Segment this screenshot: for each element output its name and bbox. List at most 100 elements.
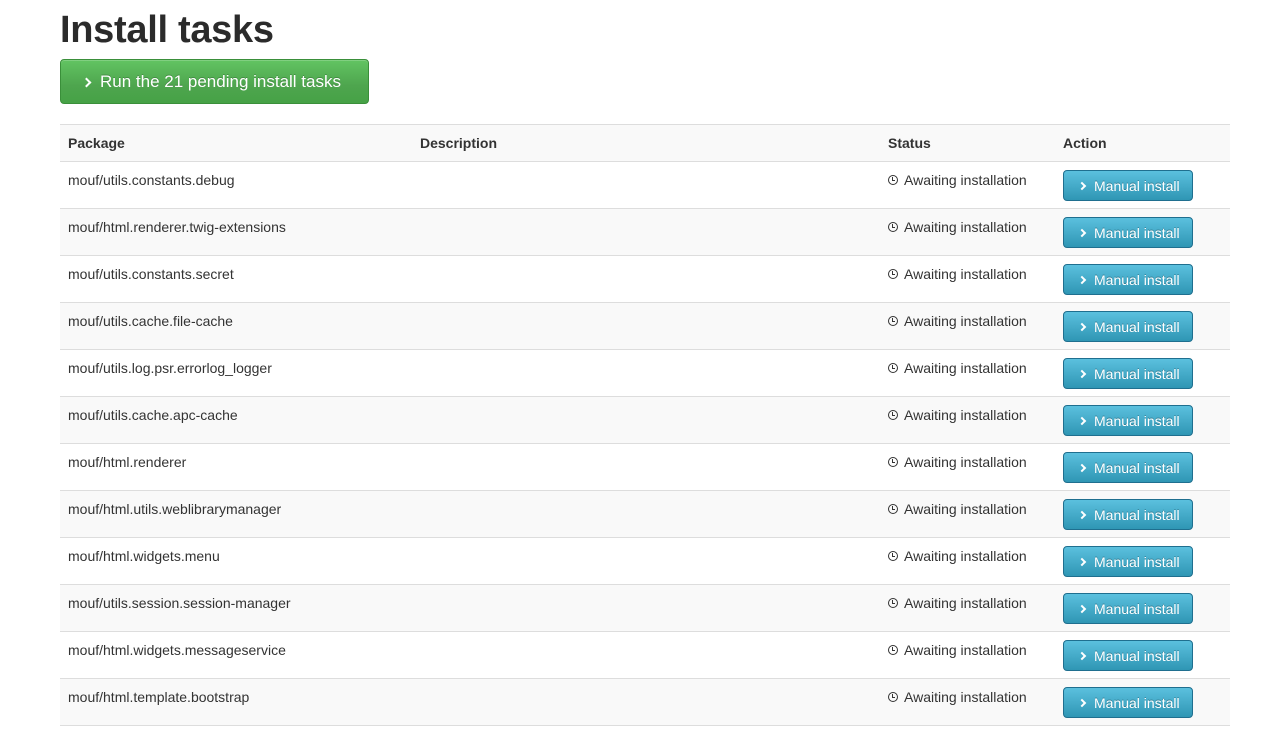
- package-description: [412, 631, 880, 679]
- action-cell: Manual install: [1055, 678, 1230, 726]
- package-description: [412, 161, 880, 209]
- status-text: Awaiting installation: [904, 266, 1027, 282]
- clock-icon: [888, 598, 898, 608]
- package-name: mouf/html.widgets.messageservice: [60, 631, 412, 679]
- status-text: Awaiting installation: [904, 219, 1027, 235]
- chevron-right-icon: [1077, 463, 1087, 473]
- manual-install-button[interactable]: Manual install: [1063, 593, 1193, 624]
- status-cell: Awaiting installation: [880, 302, 1055, 350]
- status-cell: Awaiting installation: [880, 443, 1055, 491]
- chevron-right-icon: [1077, 181, 1087, 191]
- action-cell: Manual install: [1055, 396, 1230, 444]
- status-cell: Awaiting installation: [880, 537, 1055, 585]
- package-name: mouf/utils.cache.apc-cache: [60, 396, 412, 444]
- action-cell: Manual install: [1055, 443, 1230, 491]
- clock-icon: [888, 457, 898, 467]
- manual-install-button[interactable]: Manual install: [1063, 640, 1193, 671]
- status-text: Awaiting installation: [904, 548, 1027, 564]
- status-cell: Awaiting installation: [880, 584, 1055, 632]
- package-description: [412, 678, 880, 726]
- chevron-right-icon: [1077, 275, 1087, 285]
- action-cell: Manual install: [1055, 161, 1230, 209]
- manual-install-label: Manual install: [1094, 600, 1180, 617]
- table-row: mouf/utils.cache.file-cache Awaiting ins…: [60, 302, 1230, 350]
- clock-icon: [888, 504, 898, 514]
- package-name: mouf/html.renderer: [60, 443, 412, 491]
- manual-install-button[interactable]: Manual install: [1063, 217, 1193, 248]
- manual-install-label: Manual install: [1094, 506, 1180, 523]
- page-title: Install tasks: [60, 9, 274, 51]
- install-tasks-table: Package Description Status Action mouf/u…: [60, 124, 1230, 726]
- table-row: mouf/html.widgets.messageservice Awaitin…: [60, 631, 1230, 679]
- clock-icon: [888, 551, 898, 561]
- manual-install-label: Manual install: [1094, 365, 1180, 382]
- status-cell: Awaiting installation: [880, 255, 1055, 303]
- action-cell: Manual install: [1055, 490, 1230, 538]
- table-row: mouf/html.renderer Awaiting installation…: [60, 443, 1230, 491]
- manual-install-label: Manual install: [1094, 647, 1180, 664]
- action-cell: Manual install: [1055, 255, 1230, 303]
- manual-install-button[interactable]: Manual install: [1063, 311, 1193, 342]
- package-name: mouf/html.renderer.twig-extensions: [60, 208, 412, 256]
- table-row: mouf/utils.cache.apc-cache Awaiting inst…: [60, 396, 1230, 444]
- status-text: Awaiting installation: [904, 454, 1027, 470]
- table-body: mouf/utils.constants.debug Awaiting inst…: [60, 161, 1230, 726]
- clock-icon: [888, 363, 898, 373]
- manual-install-label: Manual install: [1094, 224, 1180, 241]
- clock-icon: [888, 269, 898, 279]
- status-cell: Awaiting installation: [880, 349, 1055, 397]
- package-name: mouf/html.template.bootstrap: [60, 678, 412, 726]
- manual-install-label: Manual install: [1094, 271, 1180, 288]
- clock-icon: [888, 222, 898, 232]
- status-cell: Awaiting installation: [880, 490, 1055, 538]
- table-row: mouf/html.utils.weblibrarymanager Awaiti…: [60, 490, 1230, 538]
- package-description: [412, 584, 880, 632]
- manual-install-label: Manual install: [1094, 412, 1180, 429]
- clock-icon: [888, 175, 898, 185]
- package-description: [412, 255, 880, 303]
- clock-icon: [888, 410, 898, 420]
- manual-install-button[interactable]: Manual install: [1063, 170, 1193, 201]
- chevron-right-icon: [1077, 557, 1087, 567]
- run-pending-tasks-button[interactable]: Run the 21 pending install tasks: [60, 59, 369, 104]
- package-description: [412, 537, 880, 585]
- manual-install-button[interactable]: Manual install: [1063, 499, 1193, 530]
- manual-install-button[interactable]: Manual install: [1063, 546, 1193, 577]
- column-header-action: Action: [1055, 124, 1230, 162]
- chevron-right-icon: [1077, 322, 1087, 332]
- table-row: mouf/utils.constants.debug Awaiting inst…: [60, 161, 1230, 209]
- manual-install-button[interactable]: Manual install: [1063, 264, 1193, 295]
- table-row: mouf/html.template.bootstrap Awaiting in…: [60, 678, 1230, 726]
- manual-install-button[interactable]: Manual install: [1063, 358, 1193, 389]
- status-text: Awaiting installation: [904, 595, 1027, 611]
- run-pending-tasks-label: Run the 21 pending install tasks: [100, 71, 341, 91]
- manual-install-button[interactable]: Manual install: [1063, 687, 1193, 718]
- status-text: Awaiting installation: [904, 360, 1027, 376]
- status-text: Awaiting installation: [904, 407, 1027, 423]
- status-text: Awaiting installation: [904, 501, 1027, 517]
- manual-install-button[interactable]: Manual install: [1063, 452, 1193, 483]
- action-cell: Manual install: [1055, 584, 1230, 632]
- table-row: mouf/utils.constants.secret Awaiting ins…: [60, 255, 1230, 303]
- package-description: [412, 302, 880, 350]
- chevron-right-icon: [1077, 604, 1087, 614]
- manual-install-label: Manual install: [1094, 694, 1180, 711]
- package-name: mouf/utils.constants.secret: [60, 255, 412, 303]
- package-description: [412, 490, 880, 538]
- column-header-package: Package: [60, 124, 412, 162]
- package-name: mouf/utils.session.session-manager: [60, 584, 412, 632]
- manual-install-button[interactable]: Manual install: [1063, 405, 1193, 436]
- chevron-right-icon: [1077, 228, 1087, 238]
- table-row: mouf/utils.session.session-manager Await…: [60, 584, 1230, 632]
- clock-icon: [888, 316, 898, 326]
- package-name: mouf/utils.constants.debug: [60, 161, 412, 209]
- status-cell: Awaiting installation: [880, 631, 1055, 679]
- chevron-right-icon: [1077, 369, 1087, 379]
- package-name: mouf/utils.cache.file-cache: [60, 302, 412, 350]
- clock-icon: [888, 692, 898, 702]
- table-header-row: Package Description Status Action: [60, 124, 1230, 162]
- status-cell: Awaiting installation: [880, 208, 1055, 256]
- status-cell: Awaiting installation: [880, 161, 1055, 209]
- table-row: mouf/html.renderer.twig-extensions Await…: [60, 208, 1230, 256]
- action-cell: Manual install: [1055, 349, 1230, 397]
